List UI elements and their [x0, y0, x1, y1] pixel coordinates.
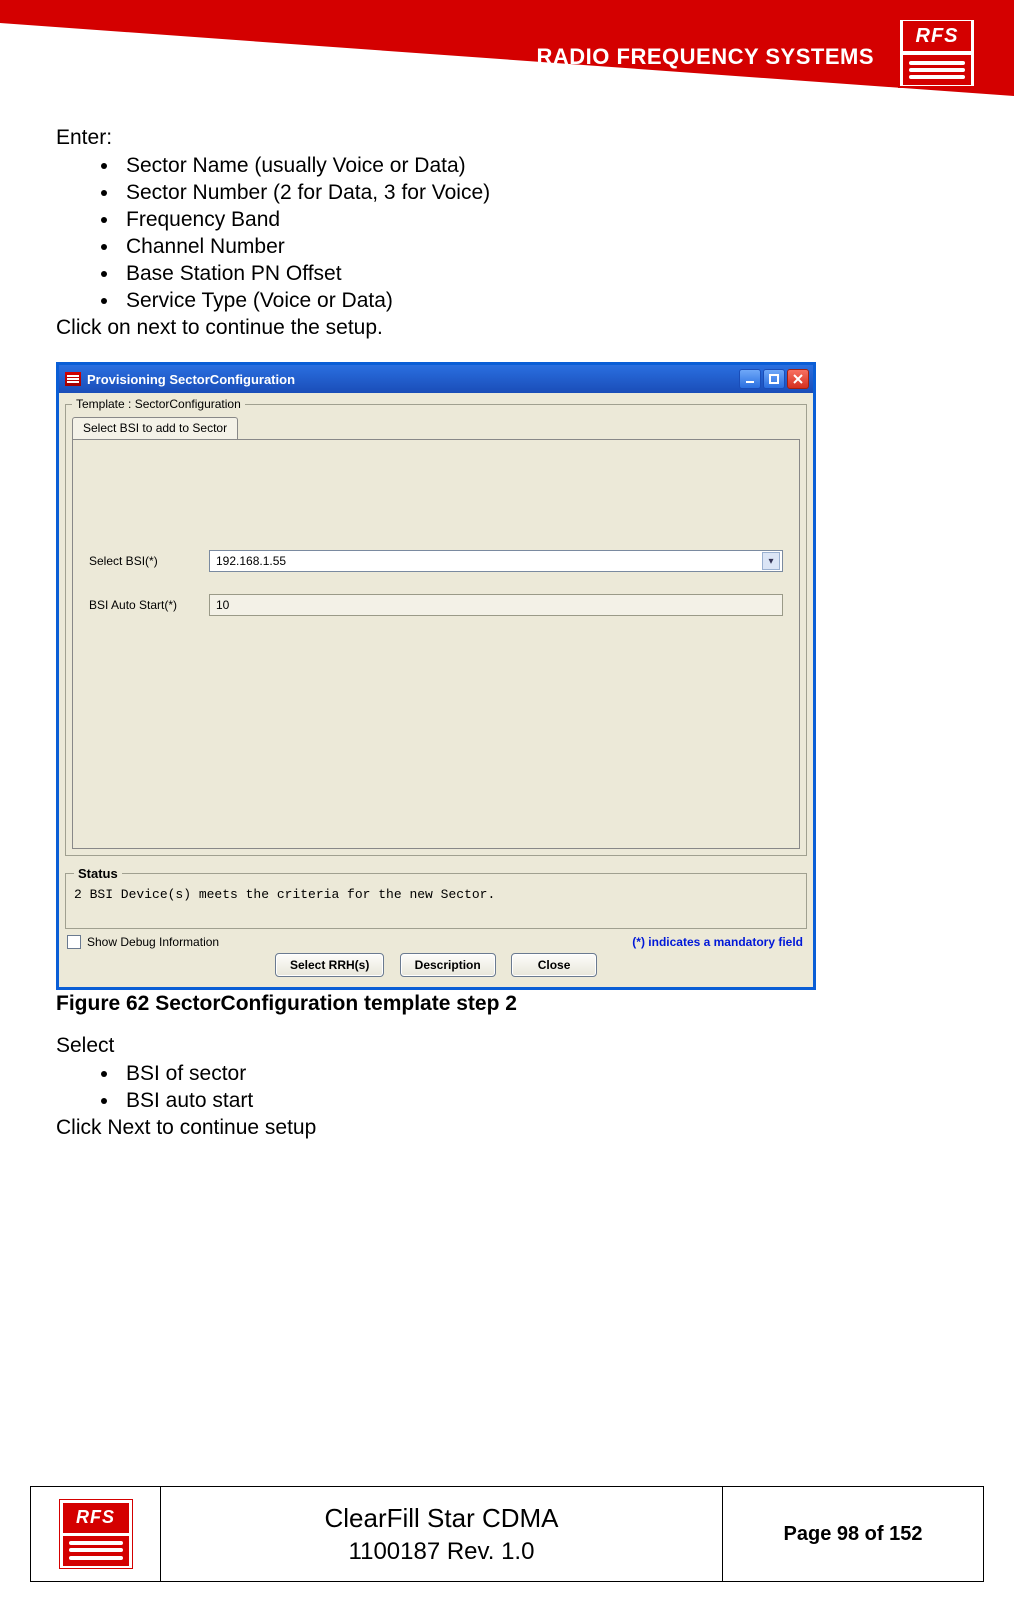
list-item: Sector Name (usually Voice or Data)	[120, 154, 958, 178]
enter-bullet-list: Sector Name (usually Voice or Data) Sect…	[120, 154, 958, 313]
rfs-logo-waves-icon	[903, 55, 971, 85]
template-legend: Template : SectorConfiguration	[72, 397, 245, 411]
select-bsi-value: 192.168.1.55	[216, 554, 286, 568]
tab-select-bsi[interactable]: Select BSI to add to Sector	[72, 417, 238, 439]
header-banner: RADIO FREQUENCY SYSTEMS RFS	[0, 0, 1014, 96]
enter-followup: Click on next to continue the setup.	[56, 316, 958, 340]
minimize-icon	[744, 373, 756, 385]
select-bsi-label: Select BSI(*)	[89, 554, 209, 568]
titlebar: Provisioning SectorConfiguration	[59, 365, 813, 393]
app-window: Provisioning SectorConfiguration	[56, 362, 816, 990]
checkbox-icon	[67, 935, 81, 949]
select-rrh-button[interactable]: Select RRH(s)	[275, 953, 384, 977]
auto-start-field[interactable]: 10	[209, 594, 783, 616]
app-icon	[65, 372, 81, 386]
select-followup: Click Next to continue setup	[56, 1116, 958, 1140]
minimize-button[interactable]	[739, 369, 761, 389]
show-debug-label: Show Debug Information	[87, 935, 219, 949]
mandatory-note: (*) indicates a mandatory field	[632, 935, 803, 949]
chevron-down-icon: ▾	[762, 552, 780, 570]
description-button[interactable]: Description	[400, 953, 496, 977]
list-item: Channel Number	[120, 235, 958, 259]
maximize-button[interactable]	[763, 369, 785, 389]
select-heading: Select	[56, 1034, 958, 1058]
body-content: Enter: Sector Name (usually Voice or Dat…	[0, 126, 1014, 1140]
auto-start-label: BSI Auto Start(*)	[89, 598, 209, 612]
footer-logo-waves-icon	[63, 1536, 129, 1566]
doc-title: ClearFill Star CDMA	[324, 1503, 558, 1534]
tab-panel: Select BSI(*) 192.168.1.55 ▾ BSI Auto St…	[72, 439, 800, 849]
close-button[interactable]: Close	[511, 953, 597, 977]
list-item: Sector Number (2 for Data, 3 for Voice)	[120, 181, 958, 205]
close-icon	[792, 373, 804, 385]
footer-logo-text: RFS	[63, 1503, 129, 1533]
show-debug-checkbox[interactable]: Show Debug Information	[67, 935, 219, 949]
window-body: Template : SectorConfiguration Select BS…	[59, 393, 813, 987]
tab-row: Select BSI to add to Sector	[72, 417, 800, 439]
form-row-auto-start: BSI Auto Start(*) 10	[89, 594, 783, 616]
status-legend: Status	[74, 866, 122, 881]
screenshot-window: Provisioning SectorConfiguration	[56, 362, 816, 990]
select-bsi-combo[interactable]: 192.168.1.55 ▾	[209, 550, 783, 572]
enter-heading: Enter:	[56, 126, 958, 150]
rfs-logo: RFS	[898, 18, 976, 88]
brand-text: RADIO FREQUENCY SYSTEMS	[537, 44, 874, 70]
window-title: Provisioning SectorConfiguration	[87, 372, 295, 387]
document-page: RADIO FREQUENCY SYSTEMS RFS Enter: Secto…	[0, 0, 1014, 1610]
figure-caption: Figure 62 SectorConfiguration template s…	[56, 992, 958, 1016]
page-number: Page 98 of 152	[784, 1523, 923, 1546]
form-row-select-bsi: Select BSI(*) 192.168.1.55 ▾	[89, 550, 783, 572]
footer-title-cell: ClearFill Star CDMA 1100187 Rev. 1.0	[161, 1487, 723, 1581]
rfs-logo-text: RFS	[903, 21, 971, 51]
bottom-row: Show Debug Information (*) indicates a m…	[65, 929, 807, 949]
list-item: Frequency Band	[120, 208, 958, 232]
status-message: 2 BSI Device(s) meets the criteria for t…	[74, 887, 798, 902]
template-fieldset: Template : SectorConfiguration Select BS…	[65, 397, 807, 856]
select-bullet-list: BSI of sector BSI auto start	[120, 1062, 958, 1113]
list-item: BSI of sector	[120, 1062, 958, 1086]
footer-rfs-logo: RFS	[59, 1499, 133, 1569]
list-item: Service Type (Voice or Data)	[120, 289, 958, 313]
footer-page-cell: Page 98 of 152	[723, 1487, 983, 1581]
status-fieldset: Status 2 BSI Device(s) meets the criteri…	[65, 866, 807, 929]
auto-start-value: 10	[216, 598, 229, 612]
footer-logo-cell: RFS	[31, 1487, 161, 1581]
button-row: Select RRH(s) Description Close	[65, 949, 807, 979]
close-window-button[interactable]	[787, 369, 809, 389]
window-buttons	[739, 369, 809, 389]
doc-revision: 1100187 Rev. 1.0	[349, 1538, 535, 1566]
page-footer: RFS ClearFill Star CDMA 1100187 Rev. 1.0…	[30, 1486, 984, 1582]
maximize-icon	[768, 373, 780, 385]
list-item: BSI auto start	[120, 1089, 958, 1113]
list-item: Base Station PN Offset	[120, 262, 958, 286]
